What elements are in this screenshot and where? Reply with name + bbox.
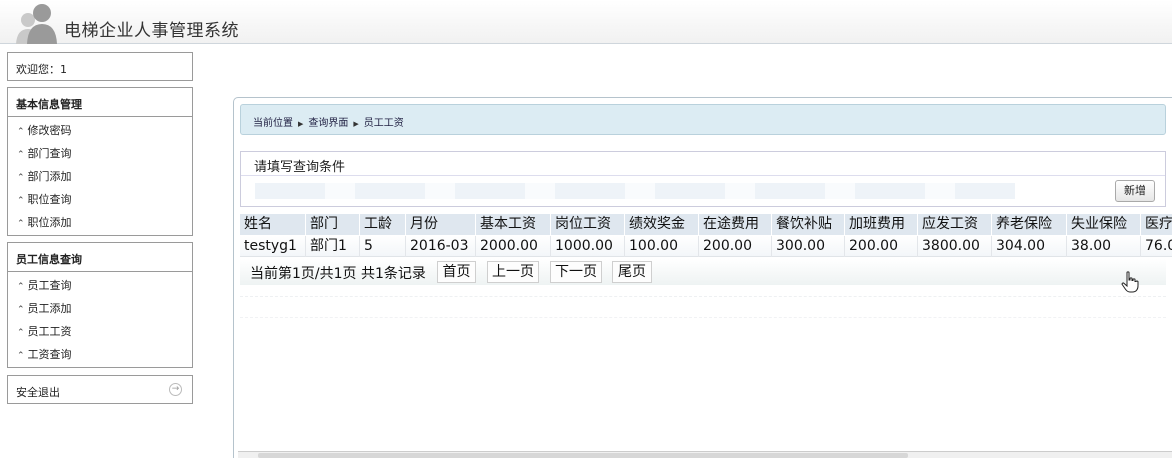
sidebar-item-salary-query[interactable]: ⌃ 工资查询 [8,341,192,364]
cell-pension: 304.00 [992,236,1067,257]
query-title: 请填写查询条件 [241,152,1165,176]
double-caret-up-icon: ⌃ [17,328,25,338]
column-header-department: 部门 [306,214,360,235]
column-header-unemployment: 失业保险 [1067,214,1141,235]
cell-gross-salary: 3800.00 [918,236,992,257]
cell-overtime-fee: 200.00 [845,236,918,257]
basic-info-menu: 基本信息管理 ⌃ 修改密码 ⌃ 部门查询 ⌃ 部门添加 ⌃ 职位查询 ⌃ 职位添加 [7,87,193,236]
cell-transit-fee: 200.00 [699,236,772,257]
column-header-post-salary: 岗位工资 [551,214,625,235]
table-header-row: 姓名 部门 工龄 月份 基本工资 岗位工资 绩效奖金 在途费用 餐饮补贴 加班费用 应发工资 养老保险… [240,214,1172,235]
sidebar-item-department-query[interactable]: ⌃ 部门查询 [8,140,192,163]
column-header-base-salary: 基本工资 [476,214,551,235]
users-logo-icon [16,4,57,44]
cell-department: 部门1 [306,236,360,257]
column-header-meal-allowance: 餐饮补贴 [772,214,845,235]
cell-bonus: 100.00 [625,236,699,257]
breadcrumb-item-salary[interactable]: 员工工资 [364,118,404,129]
sidebar-item-label: 员工添加 [27,302,72,315]
app-header: 电梯企业人事管理系统 [0,0,1172,44]
column-header-seniority: 工龄 [360,214,406,235]
cell-base-salary: 2000.00 [476,236,551,257]
column-header-gross-salary: 应发工资 [918,214,992,235]
salary-table: 姓名 部门 工龄 月份 基本工资 岗位工资 绩效奖金 在途费用 餐饮补贴 加班费用 应发工资 养老保险… [240,214,1172,258]
last-page-button[interactable]: 尾页 [612,261,652,283]
sidebar-item-label: 员工工资 [27,325,72,338]
double-caret-up-icon: ⌃ [17,127,25,137]
sidebar-item-position-add[interactable]: ⌃ 职位添加 [8,209,192,232]
double-caret-up-icon: ⌃ [17,305,25,315]
column-header-medical: 医疗保险 [1141,214,1172,235]
sidebar-item-staff-add[interactable]: ⌃ 员工添加 [8,295,192,318]
staff-info-menu-title: 员工信息查询 [8,243,192,272]
sidebar-item-position-query[interactable]: ⌃ 职位查询 [8,186,192,209]
arrow-right-icon: → [169,383,182,396]
pagination-bar: 当前第1页/共1页 共1条记录 首页 上一页 下一页 尾页 [240,259,1166,285]
app-title: 电梯企业人事管理系统 [64,21,239,41]
table-row[interactable]: testyg1 部门1 5 2016-03 2000.00 1000.00 100.00 20… [240,236,1172,257]
logout-button[interactable]: 安全退出 → [7,375,193,404]
sidebar-item-label: 职位查询 [27,193,72,206]
scrollbar-thumb[interactable] [258,453,908,458]
sidebar-item-label: 部门查询 [27,147,72,160]
sidebar-item-change-password[interactable]: ⌃ 修改密码 [8,117,192,140]
cell-meal-allowance: 300.00 [772,236,845,257]
column-header-overtime-fee: 加班费用 [845,214,918,235]
sidebar-item-staff-salary[interactable]: ⌃ 员工工资 [8,318,192,341]
double-caret-up-icon: ⌃ [17,150,25,160]
sidebar-item-label: 工资查询 [27,348,72,361]
welcome-box: 欢迎您：1 [7,52,193,81]
triangle-right-icon: ▶ [298,120,304,128]
divider [240,296,1166,318]
cell-name: testyg1 [240,236,306,257]
double-caret-up-icon: ⌃ [17,351,25,361]
logout-label: 安全退出 [16,386,60,399]
horizontal-scrollbar[interactable] [238,451,1172,458]
double-caret-up-icon: ⌃ [17,173,25,183]
sidebar-item-label: 部门添加 [27,170,72,183]
column-header-month: 月份 [406,214,476,235]
staff-info-menu: 员工信息查询 ⌃ 员工查询 ⌃ 员工添加 ⌃ 员工工资 ⌃ 工资查询 [7,242,193,368]
cell-post-salary: 1000.00 [551,236,625,257]
sidebar-item-department-add[interactable]: ⌃ 部门添加 [8,163,192,186]
sidebar-item-staff-query[interactable]: ⌃ 员工查询 [8,272,192,295]
triangle-right-icon: ▶ [353,120,359,128]
double-caret-up-icon: ⌃ [17,219,25,229]
query-fields-area [255,183,1015,199]
cell-unemployment: 38.00 [1067,236,1141,257]
column-header-pension: 养老保险 [992,214,1067,235]
pagination-info: 当前第1页/共1页 共1条记录 [250,266,426,282]
double-caret-up-icon: ⌃ [17,282,25,292]
next-page-button[interactable]: 下一页 [550,261,602,283]
sidebar-item-label: 修改密码 [27,124,72,137]
cell-month: 2016-03 [406,236,476,257]
query-conditions-box: 请填写查询条件 新增 [240,151,1166,207]
hand-pointer-cursor-icon [1121,271,1139,293]
column-header-bonus: 绩效奖金 [625,214,699,235]
welcome-text: 欢迎您：1 [16,63,67,76]
column-header-name: 姓名 [240,214,306,235]
basic-info-menu-title: 基本信息管理 [8,88,192,117]
breadcrumb: 当前位置 ▶ 查询界面 ▶ 员工工资 [240,104,1166,135]
sidebar-item-label: 员工查询 [27,279,72,292]
breadcrumb-item-location: 当前位置 [253,118,293,129]
prev-page-button[interactable]: 上一页 [487,261,539,283]
cell-seniority: 5 [360,236,406,257]
breadcrumb-item-query[interactable]: 查询界面 [308,118,348,129]
first-page-button[interactable]: 首页 [437,261,476,283]
column-header-transit-fee: 在途费用 [699,214,772,235]
cell-medical: 76.00 [1141,236,1172,257]
sidebar-item-label: 职位添加 [27,216,72,229]
add-button[interactable]: 新增 [1115,180,1155,202]
double-caret-up-icon: ⌃ [17,196,25,206]
